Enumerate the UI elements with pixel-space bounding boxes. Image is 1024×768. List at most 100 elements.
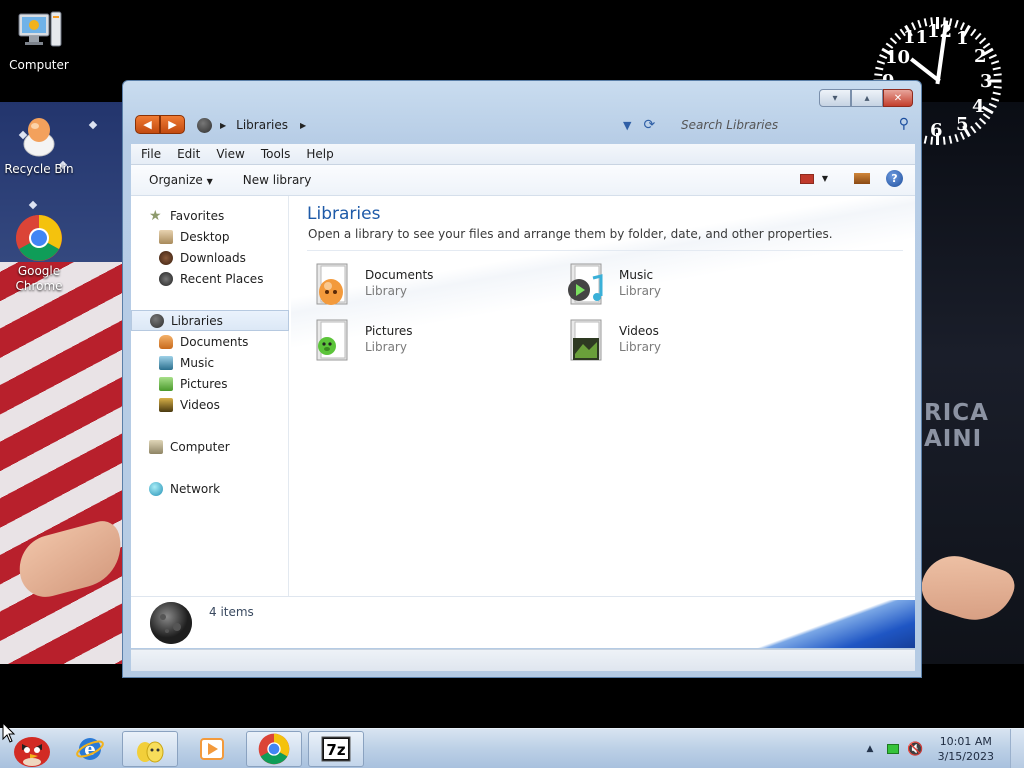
- svg-text:7z: 7z: [326, 741, 345, 759]
- search-input[interactable]: Search Libraries: [681, 118, 778, 132]
- clock-tick: [954, 133, 959, 143]
- desktop-icon-google-chrome[interactable]: Google Chrome: [0, 214, 78, 294]
- address-tools: ▼ ⟳: [623, 117, 655, 133]
- library-name: Pictures: [365, 324, 413, 338]
- chevron-right-icon[interactable]: ▶: [220, 121, 226, 130]
- page-subtitle: Open a library to see your files and arr…: [308, 227, 833, 241]
- library-name: Documents: [365, 268, 434, 282]
- library-music[interactable]: Music Library: [567, 262, 787, 310]
- 7zip-icon: 7z: [321, 736, 351, 762]
- help-button[interactable]: ?: [886, 170, 903, 187]
- mouse-cursor-icon: [2, 722, 16, 743]
- clock-tick: [993, 85, 1002, 89]
- chrome-icon: [258, 733, 290, 765]
- breadcrumb-libraries[interactable]: Libraries: [236, 118, 288, 132]
- taskbar-media-player[interactable]: [184, 731, 240, 767]
- pictures-icon: [159, 376, 173, 391]
- library-pictures[interactable]: Pictures Library: [313, 318, 533, 366]
- chevron-down-icon: ▼: [206, 177, 213, 186]
- pictures-library-icon: [316, 319, 348, 361]
- clock-tick: [974, 121, 982, 130]
- help-icon: ?: [891, 172, 898, 185]
- clock-tick: [988, 54, 997, 60]
- clock-tick: [978, 37, 987, 45]
- back-button[interactable]: ◀: [135, 115, 160, 134]
- library-videos[interactable]: Videos Library: [567, 318, 787, 366]
- close-button[interactable]: ✕: [883, 89, 913, 107]
- volume-muted-icon[interactable]: 🔇: [907, 742, 923, 757]
- nav-network[interactable]: Network: [149, 478, 307, 499]
- preview-pane-button[interactable]: [854, 173, 870, 184]
- forward-button[interactable]: ▶: [160, 115, 185, 134]
- command-bar: Organize ▼ New library ▼ ?: [131, 165, 915, 196]
- network-status-icon[interactable]: [887, 744, 900, 754]
- menu-edit[interactable]: Edit: [177, 147, 200, 161]
- clock-tick: [876, 60, 886, 65]
- libraries-large-icon: [150, 602, 192, 644]
- nav-computer[interactable]: Computer: [149, 436, 307, 457]
- desktop-icon-computer[interactable]: Computer: [0, 8, 78, 73]
- desktop-icon-recycle-bin[interactable]: Recycle Bin: [0, 112, 78, 177]
- nav-libraries[interactable]: Libraries: [131, 310, 289, 331]
- show-hidden-icons-button[interactable]: ▲: [866, 744, 873, 754]
- explorer-window[interactable]: ▾ ▴ ✕ ◀ ▶ ▶ Libraries ▶ ▼ ⟳ Search Libra…: [122, 80, 922, 678]
- network-icon: [149, 481, 163, 496]
- search-box[interactable]: Search Libraries ⚲: [673, 114, 913, 136]
- clock-tick: [875, 66, 884, 71]
- address-bar[interactable]: ▶ Libraries ▶: [197, 114, 637, 136]
- taskbar-windows-explorer[interactable]: [122, 731, 178, 767]
- clock-number: 11: [903, 27, 929, 48]
- nav-favorites[interactable]: ★ Favorites: [149, 205, 307, 226]
- caption-buttons: ▾ ▴ ✕: [819, 89, 913, 107]
- videos-icon: [159, 397, 173, 412]
- library-type: Library: [619, 340, 661, 354]
- clock-number: 3: [980, 71, 993, 92]
- menu-bar: File Edit View Tools Help: [131, 144, 915, 165]
- menu-view[interactable]: View: [216, 147, 244, 161]
- chevron-right-icon[interactable]: ▶: [300, 121, 306, 130]
- clock-tick: [894, 32, 902, 41]
- maximize-button[interactable]: ▴: [851, 89, 883, 107]
- clock-number: 6: [930, 120, 943, 141]
- clock-tick: [993, 73, 1002, 77]
- clock-number: 10: [885, 47, 911, 68]
- chrome-icon: [15, 214, 63, 262]
- details-swoosh: [695, 600, 915, 648]
- page-title: Libraries: [307, 204, 381, 224]
- library-type: Library: [619, 284, 661, 298]
- clock-number: 12: [927, 21, 953, 42]
- explorer-folder-icon: [137, 741, 164, 763]
- taskbar-7zip[interactable]: 7z: [308, 731, 364, 767]
- internet-explorer-icon: e: [76, 738, 104, 760]
- taskbar-chrome[interactable]: [246, 731, 302, 767]
- background-text: RICA AINI: [924, 400, 989, 452]
- minimize-button[interactable]: ▾: [819, 89, 851, 107]
- clock-tick: [990, 97, 1000, 102]
- taskbar-internet-explorer[interactable]: e: [62, 731, 118, 767]
- media-player-icon: [200, 738, 224, 760]
- clock-tick: [988, 102, 997, 108]
- details-pane: 4 items: [131, 596, 915, 648]
- search-icon[interactable]: ⚲: [899, 116, 909, 132]
- address-dropdown-icon[interactable]: ▼: [623, 119, 631, 132]
- music-icon: [159, 355, 173, 370]
- documents-library-icon: [316, 263, 348, 305]
- show-desktop-button[interactable]: [1010, 729, 1024, 768]
- organize-button[interactable]: Organize ▼: [149, 173, 213, 187]
- menu-file[interactable]: File: [141, 147, 161, 161]
- library-type: Library: [365, 284, 407, 298]
- status-bar: [131, 649, 915, 671]
- clock-number: 5: [956, 114, 969, 135]
- new-library-button[interactable]: New library: [243, 173, 312, 187]
- clock-tick: [942, 136, 946, 145]
- menu-help[interactable]: Help: [306, 147, 333, 161]
- menu-tools[interactable]: Tools: [261, 147, 291, 161]
- library-type: Library: [365, 340, 407, 354]
- downloads-icon: [159, 250, 173, 265]
- item-count: 4 items: [209, 605, 254, 619]
- library-documents[interactable]: Documents Library: [313, 262, 533, 310]
- refresh-icon[interactable]: ⟳: [643, 117, 655, 133]
- view-options-button[interactable]: ▼: [799, 173, 828, 184]
- music-library-icon: [568, 263, 603, 305]
- taskbar-clock[interactable]: 10:01 AM 3/15/2023: [938, 734, 994, 764]
